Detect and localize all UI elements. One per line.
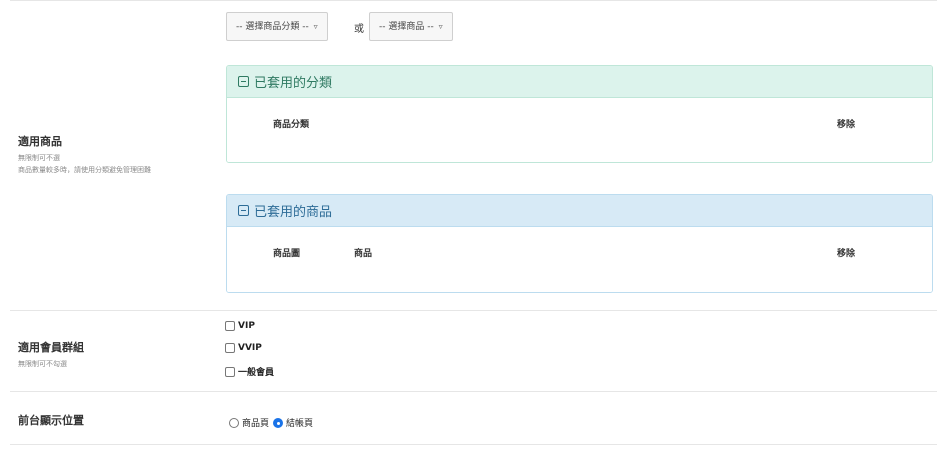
label-hint: 無限制可不選 [18,154,60,162]
label-title: 適用會員群組 [18,341,84,354]
panel-title: 已套用的分類 [254,76,333,91]
label-hint: 無限制可不勾選 [18,360,67,368]
chevron-down-icon: ▿ [438,22,443,31]
member-group-general[interactable]: 一般會員 [225,365,274,378]
member-group-vvip[interactable]: VVIP [225,343,262,353]
radio-label: 結帳頁 [286,419,314,429]
checkbox[interactable] [225,321,235,331]
row-divider [10,310,937,311]
panel-header[interactable]: 已套用的分類 [227,66,932,98]
label-title: 適用商品 [18,135,62,148]
column-header-product: 商品 [354,249,373,259]
column-header-image: 商品圖 [273,249,301,259]
product-select[interactable]: -- 選擇商品 -- ▿ [369,12,453,41]
checkbox-label: VVIP [238,343,262,353]
radio-product-page[interactable] [229,417,239,428]
product-select-label: -- 選擇商品 -- [379,22,434,32]
row-divider [10,444,937,445]
applied-categories-panel: 已套用的分類 商品分類 移除 [226,65,933,163]
collapse-icon[interactable] [238,205,249,216]
category-select[interactable]: -- 選擇商品分類 -- ▿ [226,12,328,41]
display-position-label: 前台顯示位置 [18,412,84,428]
column-header-category: 商品分類 [273,120,310,130]
column-header-remove: 移除 [837,120,856,130]
column-header-remove: 移除 [837,249,856,259]
radio-label: 商品頁 [242,419,270,429]
collapse-icon[interactable] [238,76,249,87]
category-select-label: -- 選擇商品分類 -- [236,22,309,32]
member-groups-label: 適用會員群組 無限制可不勾選 [18,339,84,369]
panel-header[interactable]: 已套用的商品 [227,195,932,227]
applied-products-panel: 已套用的商品 商品圖 商品 移除 [226,194,933,293]
label-title: 前台顯示位置 [18,414,84,427]
checkbox-label: VIP [238,321,255,331]
label-hint: 商品數量較多時，請使用分類避免管理困難 [18,166,151,174]
checkbox-label: 一般會員 [238,368,275,378]
top-divider [10,0,937,1]
chevron-down-icon: ▿ [313,22,318,31]
display-position-options: 商品頁 結帳頁 [229,416,317,429]
or-text: 或 [354,24,364,35]
checkbox[interactable] [225,343,235,353]
radio-checkout-page[interactable] [273,417,284,428]
panel-title: 已套用的商品 [254,205,333,220]
row-divider [10,391,937,392]
applicable-products-label: 適用商品 無限制可不選 商品數量較多時，請使用分類避免管理困難 [18,133,151,175]
panel-body: 商品圖 商品 移除 [227,227,932,292]
member-group-vip[interactable]: VIP [225,321,255,331]
panel-body: 商品分類 移除 [227,98,932,162]
checkbox[interactable] [225,366,235,377]
